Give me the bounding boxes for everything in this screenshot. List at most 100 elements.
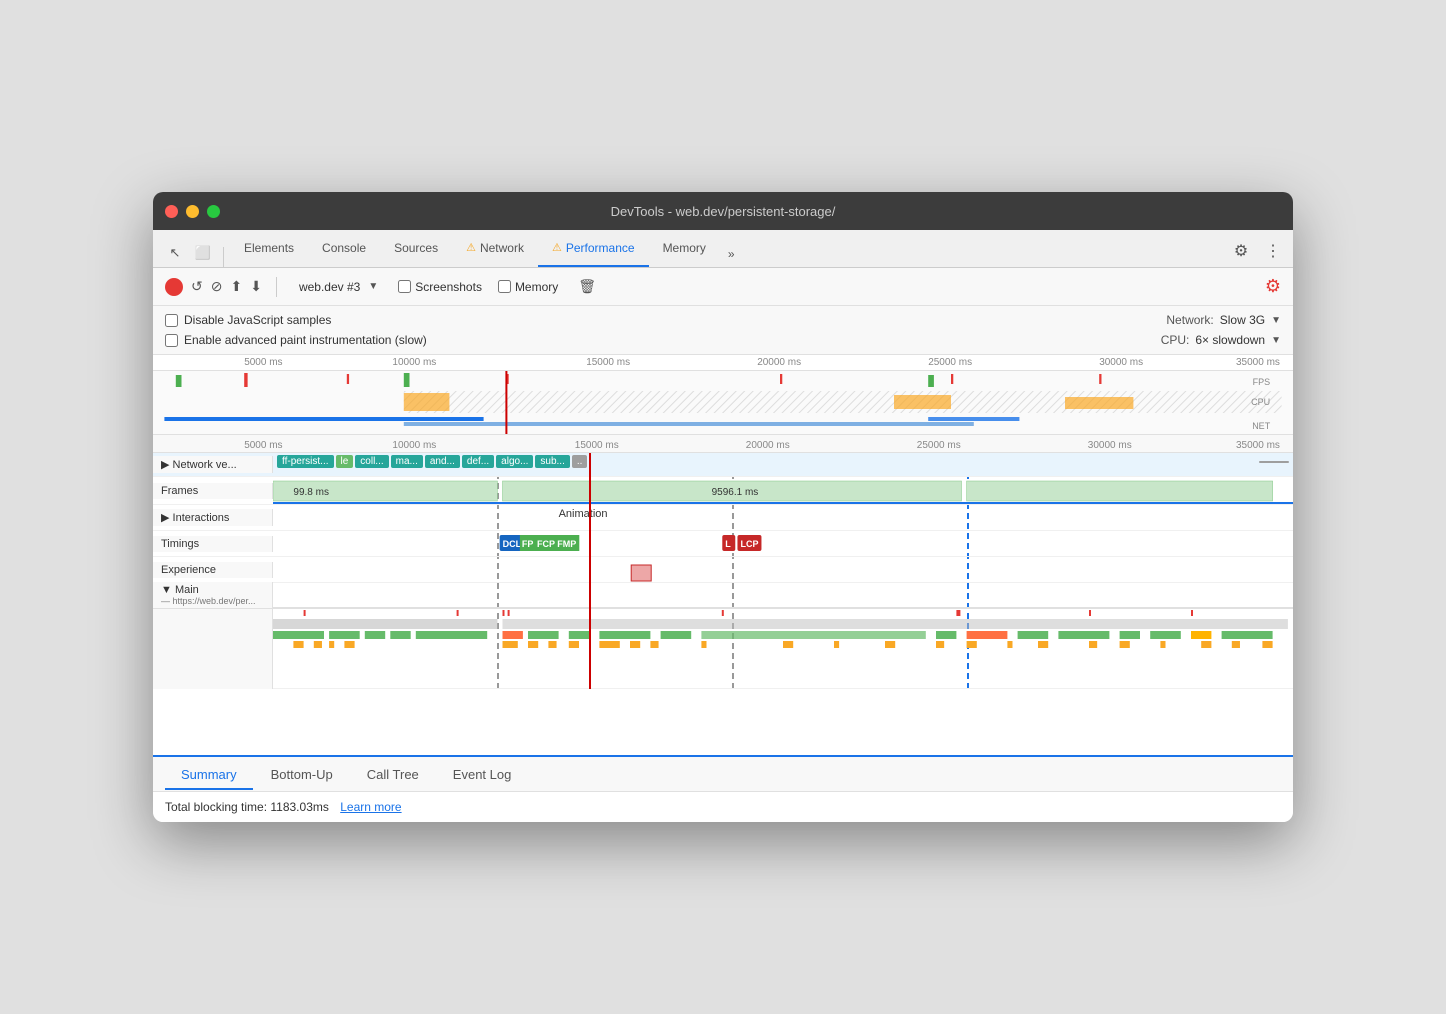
svg-text:DCL: DCL	[503, 539, 522, 549]
svg-text:35000 ms: 35000 ms	[1236, 440, 1280, 451]
frames-row: Frames 99.8 ms 9596.1 ms	[153, 477, 1293, 505]
tab-elements[interactable]: Elements	[230, 230, 308, 267]
upload-icon[interactable]: ⬆	[230, 278, 242, 295]
chip-and[interactable]: and...	[425, 455, 460, 468]
frames-content[interactable]: 99.8 ms 9596.1 ms	[273, 477, 1293, 504]
network-throttle-arrow[interactable]: ▼	[1271, 315, 1281, 326]
tab-performance[interactable]: ⚠ Performance	[538, 230, 649, 267]
traffic-lights	[165, 205, 220, 218]
svg-text:FMP: FMP	[557, 539, 576, 549]
network-chips: ff-persist... le coll... ma... and... de…	[273, 453, 1293, 470]
chip-dots[interactable]: ..	[572, 455, 588, 468]
timeline-overview[interactable]: 5000 ms 10000 ms 15000 ms 20000 ms 25000…	[153, 355, 1293, 435]
experience-row: Experience	[153, 557, 1293, 583]
trash-icon[interactable]: 🗑	[578, 278, 596, 295]
svg-text:CPU: CPU	[1251, 397, 1270, 407]
more-options-icon[interactable]: ⋮	[1261, 239, 1285, 263]
window-title: DevTools - web.dev/persistent-storage/	[611, 204, 836, 219]
frames-svg: 99.8 ms 9596.1 ms	[273, 477, 1293, 504]
stop-icon[interactable]: ⊘	[211, 278, 223, 295]
network-row: ▶ Network ve... ff-persist... le coll...…	[153, 453, 1293, 477]
devtools-window: DevTools - web.dev/persistent-storage/ ↖…	[153, 192, 1293, 822]
close-button[interactable]	[165, 205, 178, 218]
tab-summary[interactable]: Summary	[165, 761, 253, 790]
overview-chart[interactable]: FPS CPU	[153, 371, 1293, 435]
memory-checkbox-label: Memory	[498, 280, 558, 294]
network-throttle: Network: Slow 3G ▼	[1166, 313, 1281, 327]
screenshots-checkbox[interactable]	[398, 280, 411, 293]
timeline-rows: ▶ Network ve... ff-persist... le coll...…	[153, 453, 1293, 689]
device-icon[interactable]: ⬜	[189, 239, 217, 267]
svg-text:99.8 ms: 99.8 ms	[293, 487, 329, 498]
tab-event-log[interactable]: Event Log	[437, 761, 528, 790]
advanced-paint-checkbox[interactable]	[165, 334, 178, 347]
tab-sources[interactable]: Sources	[380, 230, 452, 267]
tab-console[interactable]: Console	[308, 230, 380, 267]
performance-settings-icon[interactable]: ⚙	[1265, 276, 1281, 297]
divider2	[276, 277, 277, 297]
chip-ma[interactable]: ma...	[391, 455, 423, 468]
tab-bottom-up[interactable]: Bottom-Up	[255, 761, 349, 790]
bottom-tabs: Summary Bottom-Up Call Tree Event Log	[153, 755, 1293, 791]
svg-text:LCP: LCP	[740, 539, 758, 549]
svg-text:30000 ms: 30000 ms	[1088, 440, 1132, 451]
chip-coll[interactable]: coll...	[355, 455, 388, 468]
chip-def[interactable]: def...	[462, 455, 494, 468]
svg-text:L: L	[725, 539, 731, 549]
timings-content: DCL FP FCP FMP L	[273, 531, 1293, 556]
status-bar: Total blocking time: 1183.03ms Learn mor…	[153, 791, 1293, 822]
disable-js-checkbox[interactable]	[165, 314, 178, 327]
ruler-10000: 10000 ms	[392, 357, 436, 368]
svg-text:FCP: FCP	[537, 539, 555, 549]
flame-chart-label	[153, 609, 273, 689]
cursor-icon[interactable]: ↖	[161, 239, 189, 267]
record-button[interactable]	[165, 278, 183, 296]
tab-call-tree[interactable]: Call Tree	[351, 761, 435, 790]
advanced-paint-option: Enable advanced paint instrumentation (s…	[165, 333, 427, 347]
tab-network[interactable]: ⚠ Network	[452, 230, 538, 267]
session-selector[interactable]: web.dev #3	[299, 280, 360, 294]
animation-text: Animation	[559, 508, 608, 520]
timings-label: Timings	[153, 536, 273, 552]
chip-le[interactable]: le	[336, 455, 354, 468]
status-text: Total blocking time: 1183.03ms	[165, 800, 329, 814]
overview-svg: FPS CPU	[153, 371, 1293, 435]
flame-chart-content[interactable]	[273, 609, 1293, 689]
more-tabs-button[interactable]: »	[720, 241, 743, 267]
divider	[223, 247, 224, 267]
svg-text:9596.1 ms: 9596.1 ms	[712, 487, 759, 498]
main-ruler: 5000 ms 10000 ms 15000 ms 20000 ms 25000…	[153, 435, 1293, 453]
svg-text:15000 ms: 15000 ms	[575, 440, 619, 451]
experience-content	[273, 557, 1293, 582]
ruler-35000: 35000 ms	[1236, 357, 1280, 368]
download-icon[interactable]: ⬇	[250, 278, 262, 295]
learn-more-link[interactable]: Learn more	[340, 800, 401, 814]
svg-text:10000 ms: 10000 ms	[392, 440, 436, 451]
screenshots-checkbox-label: Screenshots	[398, 280, 482, 294]
chip-sub[interactable]: sub...	[535, 455, 569, 468]
reload-icon[interactable]: ↺	[191, 278, 203, 295]
flame-chart-row[interactable]	[153, 609, 1293, 689]
cpu-throttle-arrow[interactable]: ▼	[1271, 335, 1281, 346]
options-bar: Disable JavaScript samples Network: Slow…	[153, 306, 1293, 355]
tab-memory[interactable]: Memory	[649, 230, 720, 267]
memory-checkbox[interactable]	[498, 280, 511, 293]
recording-options: Screenshots Memory 🗑	[398, 278, 596, 295]
settings-icon[interactable]: ⚙	[1229, 239, 1253, 263]
interactions-label[interactable]: ▶ Interactions	[153, 509, 273, 526]
session-dropdown-arrow[interactable]: ▼	[368, 281, 378, 292]
main-url-text: — https://web.dev/per...	[161, 596, 256, 606]
svg-text:FPS: FPS	[1253, 377, 1271, 387]
experience-label: Experience	[153, 562, 273, 578]
minimize-button[interactable]	[186, 205, 199, 218]
main-thread-row: ▼ Main — https://web.dev/per...	[153, 583, 1293, 609]
main-thread-label: ▼ Main — https://web.dev/per...	[153, 582, 273, 608]
network-row-content: ff-persist... le coll... ma... and... de…	[273, 453, 1293, 476]
frames-label: Frames	[153, 483, 273, 499]
svg-text:25000 ms: 25000 ms	[917, 440, 961, 451]
chip-ff-persist[interactable]: ff-persist...	[277, 455, 334, 468]
options-row-1: Disable JavaScript samples Network: Slow…	[165, 310, 1281, 330]
maximize-button[interactable]	[207, 205, 220, 218]
chip-algo[interactable]: algo...	[496, 455, 533, 468]
network-row-label[interactable]: ▶ Network ve...	[153, 456, 273, 473]
